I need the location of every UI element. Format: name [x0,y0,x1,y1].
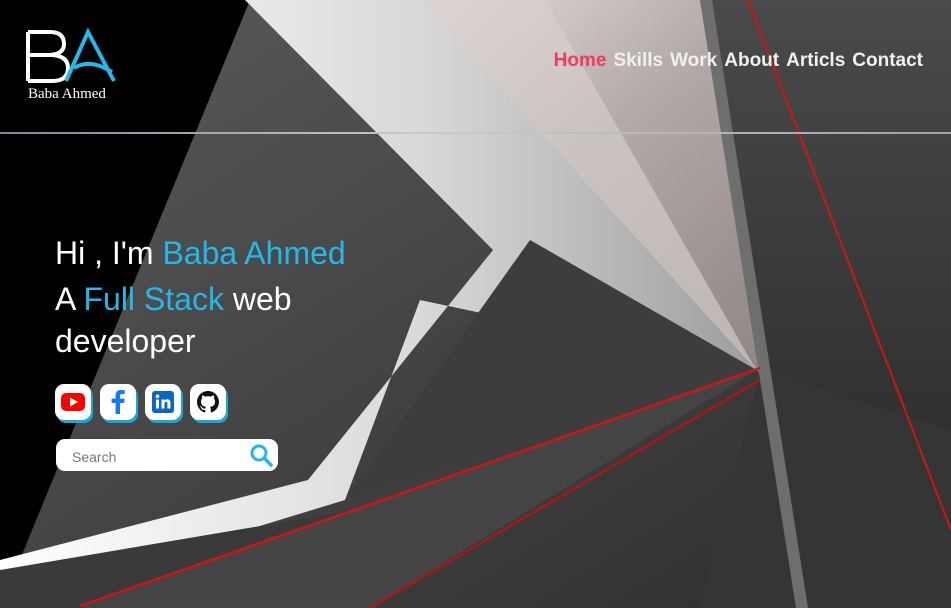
facebook-button[interactable] [100,384,136,420]
nav-contact-link[interactable]: Contact [852,50,923,72]
youtube-icon [61,393,85,411]
hero-name: Baba Ahmed [162,235,346,271]
brand-logo[interactable]: Baba Ahmed [26,28,126,104]
nav-home-link[interactable]: Home [554,50,607,72]
hero-role: A Full Stack web developer [55,278,415,362]
brand-name: Baba Ahmed [28,86,106,102]
linkedin-button[interactable] [145,384,181,420]
nav-work-link[interactable]: Work [670,50,717,72]
github-icon [197,391,219,413]
role-highlight: Full Stack [83,281,224,317]
greeting-text: Hi , I'm [55,235,163,271]
main-nav: Home Skills Work About Articls Contact [554,50,923,72]
nav-skills-link[interactable]: Skills [613,50,663,72]
youtube-button[interactable] [55,384,91,420]
search-icon[interactable] [249,443,275,474]
search-box [56,439,278,471]
hero-greeting: Hi , I'm Baba Ahmed [55,230,415,276]
github-button[interactable] [190,384,226,420]
role-prefix: A [55,281,84,317]
nav-about-link[interactable]: About [724,50,779,72]
logo-mark-icon [26,28,116,83]
hero-section: Hi , I'm Baba Ahmed A Full Stack web dev… [55,230,415,362]
linkedin-icon [152,391,174,413]
facebook-icon [111,390,125,414]
social-links [55,384,226,420]
header-divider [0,132,951,134]
search-input[interactable] [70,446,250,468]
nav-articles-link[interactable]: Articls [786,50,845,72]
